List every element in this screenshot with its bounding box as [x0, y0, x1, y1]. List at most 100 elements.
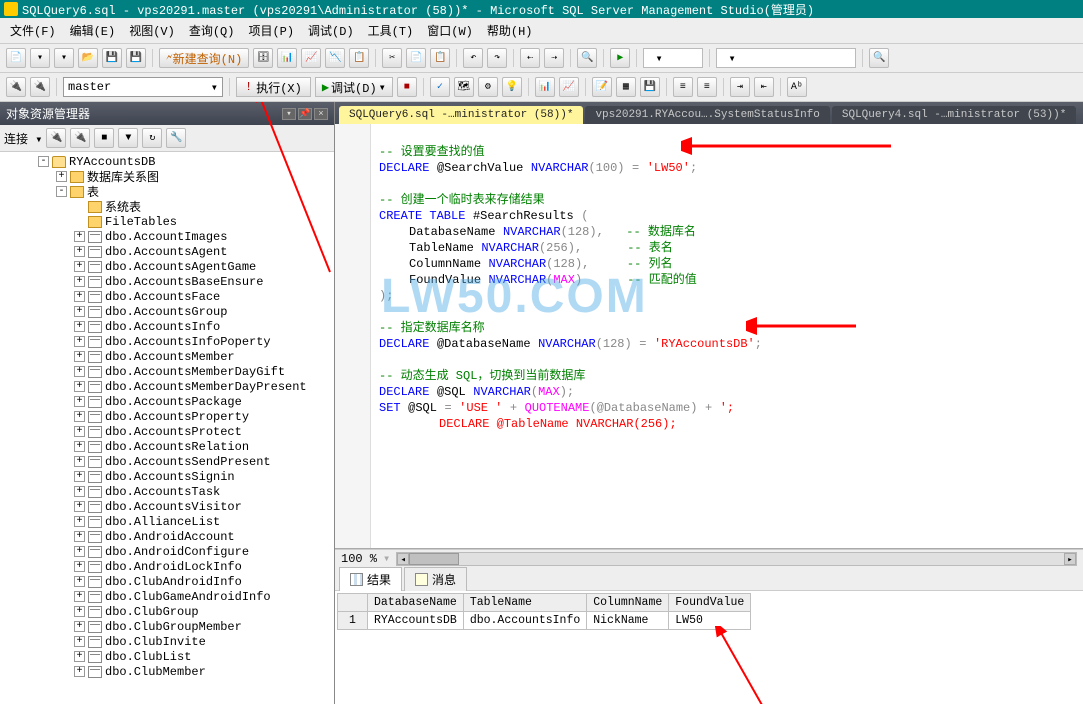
results-grid[interactable]: DatabaseName TableName ColumnName FoundV…	[335, 591, 1083, 704]
col-tablename[interactable]: TableName	[463, 594, 586, 612]
tree-table[interactable]: +dbo.AccountsInfo	[2, 319, 332, 334]
tree-table[interactable]: +dbo.AccountsPackage	[2, 394, 332, 409]
tree-table[interactable]: +dbo.AccountsBaseEnsure	[2, 274, 332, 289]
new-query-button[interactable]: 🗲 新建查询(N)	[159, 48, 249, 68]
tree-toggle-icon[interactable]: +	[74, 456, 85, 467]
cell[interactable]: dbo.AccountsInfo	[463, 612, 586, 630]
scroll-right-icon[interactable]: ▸	[1064, 553, 1076, 565]
tree-table[interactable]: +dbo.ClubAndroidInfo	[2, 574, 332, 589]
tree-table[interactable]: +dbo.AccountsProtect	[2, 424, 332, 439]
object-explorer-tree[interactable]: -RYAccountsDB+数据库关系图-表系统表FileTables+dbo.…	[0, 152, 334, 704]
tree-toggle-icon[interactable]: +	[56, 171, 67, 182]
menu-help[interactable]: 帮助(H)	[481, 20, 539, 41]
save-all-icon[interactable]: 💾	[126, 48, 146, 68]
estimated-plan-icon[interactable]: 🗺	[454, 77, 474, 97]
tree-database[interactable]: -RYAccountsDB	[2, 154, 332, 169]
ps-icon[interactable]: 🔧	[166, 128, 186, 148]
tree-toggle-icon[interactable]: +	[74, 441, 85, 452]
tree-table[interactable]: +dbo.AndroidConfigure	[2, 544, 332, 559]
sql-editor[interactable]: -- 设置要查找的值 DECLARE @SearchValue NVARCHAR…	[371, 124, 1083, 548]
close-icon[interactable]: ×	[314, 108, 328, 120]
tree-toggle-icon[interactable]: +	[74, 306, 85, 317]
tree-toggle-icon[interactable]: +	[74, 351, 85, 362]
activity-icon[interactable]: 🔍	[577, 48, 597, 68]
tree-toggle-icon[interactable]: +	[74, 501, 85, 512]
table-row[interactable]: 1 RYAccountsDB dbo.AccountsInfo NickName…	[338, 612, 751, 630]
row-number[interactable]: 1	[338, 612, 368, 630]
tree-table[interactable]: +dbo.AndroidAccount	[2, 529, 332, 544]
include-stats-icon[interactable]: 📈	[559, 77, 579, 97]
tree-table[interactable]: +dbo.AndroidLockInfo	[2, 559, 332, 574]
open-icon[interactable]: ▾	[30, 48, 50, 68]
tree-toggle-icon[interactable]: +	[74, 471, 85, 482]
tree-toggle-icon[interactable]: +	[74, 591, 85, 602]
tree-toggle-icon[interactable]: +	[74, 276, 85, 287]
tree-table[interactable]: +dbo.ClubGroup	[2, 604, 332, 619]
tree-folder-tables[interactable]: -表	[2, 184, 332, 199]
tree-toggle-icon[interactable]: +	[74, 666, 85, 677]
tree-toggle-icon[interactable]: +	[74, 606, 85, 617]
tree-table[interactable]: +dbo.ClubGameAndroidInfo	[2, 589, 332, 604]
col-databasename[interactable]: DatabaseName	[368, 594, 464, 612]
stop-icon[interactable]: ■	[94, 128, 114, 148]
tree-table[interactable]: +dbo.AccountsMemberDayGift	[2, 364, 332, 379]
menu-file[interactable]: 文件(F)	[4, 20, 62, 41]
menu-project[interactable]: 项目(P)	[242, 20, 300, 41]
tree-toggle-icon[interactable]: +	[74, 516, 85, 527]
col-foundvalue[interactable]: FoundValue	[669, 594, 751, 612]
execute-button[interactable]: !执行(X)	[236, 77, 311, 97]
xmla-icon[interactable]: 📋	[349, 48, 369, 68]
tree-table[interactable]: +dbo.ClubMember	[2, 664, 332, 679]
open-file-icon[interactable]: 📂	[78, 48, 98, 68]
save-icon[interactable]: 💾	[102, 48, 122, 68]
tree-folder-filetables[interactable]: FileTables	[2, 214, 332, 229]
find-icon[interactable]: 🔍	[869, 48, 889, 68]
tree-table[interactable]: +dbo.AccountsMember	[2, 349, 332, 364]
tree-toggle-icon[interactable]: +	[74, 366, 85, 377]
tree-toggle-icon[interactable]: -	[56, 186, 67, 197]
tree-toggle-icon[interactable]: +	[74, 336, 85, 347]
undo-icon[interactable]: ↶	[463, 48, 483, 68]
connect-icon[interactable]: 🔌	[46, 128, 66, 148]
tree-table[interactable]: +dbo.AccountsSendPresent	[2, 454, 332, 469]
paste-icon[interactable]: 📋	[430, 48, 450, 68]
tree-toggle-icon[interactable]: -	[38, 156, 49, 167]
tree-folder-diagrams[interactable]: +数据库关系图	[2, 169, 332, 184]
tree-toggle-icon[interactable]: +	[74, 396, 85, 407]
tab-systemstatus[interactable]: vps20291.RYAccou….SystemStatusInfo	[585, 106, 829, 124]
tree-table[interactable]: +dbo.ClubGroupMember	[2, 619, 332, 634]
nav-back-icon[interactable]: ⇠	[520, 48, 540, 68]
indent-icon[interactable]: ⇥	[730, 77, 750, 97]
results-tab[interactable]: 结果	[339, 567, 402, 591]
menu-debug[interactable]: 调试(D)	[302, 20, 360, 41]
tree-toggle-icon[interactable]: +	[74, 486, 85, 497]
scroll-thumb[interactable]	[409, 553, 459, 565]
mdx-icon[interactable]: 📈	[301, 48, 321, 68]
query-options-icon[interactable]: ⚙	[478, 77, 498, 97]
db-engine-icon[interactable]: 🗄	[253, 48, 273, 68]
horizontal-scrollbar[interactable]: ◂ ▸	[396, 552, 1077, 566]
debug-button[interactable]: ▶调试(D)▾	[315, 77, 393, 97]
tree-table[interactable]: +dbo.AccountsInfoPoperty	[2, 334, 332, 349]
cell[interactable]: LW50	[669, 612, 751, 630]
tree-toggle-icon[interactable]: +	[74, 261, 85, 272]
pane-dropdown-icon[interactable]: ▾	[282, 108, 296, 120]
analysis-icon[interactable]: 📊	[277, 48, 297, 68]
tree-toggle-icon[interactable]: +	[74, 291, 85, 302]
tree-toggle-icon[interactable]: +	[74, 246, 85, 257]
add-icon[interactable]: ▾	[54, 48, 74, 68]
tree-toggle-icon[interactable]: +	[74, 561, 85, 572]
tree-toggle-icon[interactable]: +	[74, 426, 85, 437]
outdent-icon[interactable]: ⇤	[754, 77, 774, 97]
tree-table[interactable]: +dbo.ClubInvite	[2, 634, 332, 649]
menu-view[interactable]: 视图(V)	[123, 20, 181, 41]
copy-icon[interactable]: 📄	[406, 48, 426, 68]
change-conn-icon[interactable]: 🔌	[6, 77, 26, 97]
messages-tab[interactable]: 消息	[404, 567, 467, 591]
menu-tools[interactable]: 工具(T)	[362, 20, 420, 41]
uncomment-icon[interactable]: ≡	[697, 77, 717, 97]
tree-toggle-icon[interactable]: +	[74, 411, 85, 422]
tree-toggle-icon[interactable]: +	[74, 651, 85, 662]
tree-toggle-icon[interactable]: +	[74, 381, 85, 392]
tree-table[interactable]: +dbo.AccountsAgent	[2, 244, 332, 259]
